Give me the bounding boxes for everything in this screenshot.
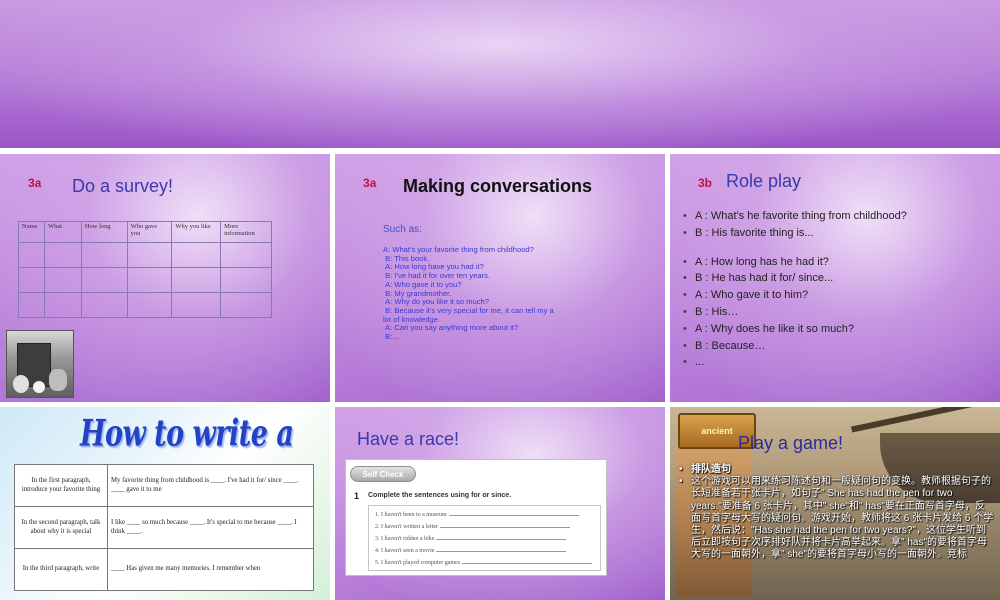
game-beam-image [851, 407, 999, 433]
top-banner [0, 0, 1000, 148]
slide-tag: 3b [698, 176, 713, 190]
self-check-instruction: 1 Complete the sentences using for or si… [354, 491, 512, 501]
self-check-card: Self Check 1 Complete the sentences usin… [345, 459, 607, 576]
list-item: ... [680, 354, 995, 371]
survey-table: Name What How long Who gave you Why you … [18, 221, 272, 318]
slide-title: Role play [726, 171, 802, 191]
slide-how-to-write[interactable]: How to write a passage In the first para… [0, 407, 330, 600]
survey-header-row: Name What How long Who gave you Why you … [18, 221, 272, 243]
slide-title: Play a game! [738, 433, 844, 453]
sentence-text: 1. I haven't been to a museum [375, 512, 447, 518]
photo-toy [13, 375, 29, 393]
dialog-line: B:... [383, 332, 399, 342]
table-cell [171, 267, 222, 293]
photo-toy [49, 369, 67, 391]
slide-do-a-survey[interactable]: 3a Do a survey! Name What How long Who g… [0, 154, 330, 402]
table-cell [80, 242, 128, 268]
answer-blank [462, 563, 593, 564]
table-cell [171, 292, 222, 318]
list-item: B : His favorite thing is... [680, 225, 995, 242]
slide-role-play[interactable]: 3b Role play A : What's he favorite thin… [670, 154, 1000, 402]
table-cell [43, 267, 82, 293]
table-cell [220, 292, 272, 318]
header-why-like: Why you like [171, 221, 222, 243]
list-item: 4. I haven't seen a movie [375, 546, 595, 558]
table-row: In the first paragraph, introduce your f… [14, 464, 314, 507]
header-more-info: More information [220, 221, 272, 243]
table-cell [18, 242, 45, 268]
slide-title: Have a race! [357, 429, 460, 449]
sentences-box: 1. I haven't been to a museum 2. I haven… [368, 505, 601, 571]
table-cell [18, 267, 45, 293]
such-as-label: Such as: [383, 224, 422, 235]
self-check-badge: Self Check [350, 466, 416, 482]
slide-title: Do a survey! [72, 176, 174, 196]
dialog-line: A: Can you say anything more about it? [383, 323, 519, 333]
answer-blank [436, 539, 567, 540]
table-cell [126, 292, 173, 318]
table-row [18, 242, 272, 268]
paragraph-instruction: In the first paragraph, introduce your f… [14, 464, 108, 507]
answer-blank [436, 551, 567, 552]
table-cell [43, 292, 82, 318]
slide-tag: 3a [28, 176, 42, 190]
table-row: In the second paragraph, talk about why … [14, 506, 314, 549]
list-item: 2. I haven't written a letter [375, 522, 595, 534]
slide-play-a-game[interactable]: ancient Play a game! 排队造句 这个游戏可以用来练习陈述句和… [670, 407, 1000, 600]
paragraph-template: ____ Has given me many memories. I remem… [107, 548, 314, 591]
table-cell [220, 267, 272, 293]
sentence-text: 4. I haven't seen a movie [375, 548, 435, 554]
list-item: B : Because… [680, 338, 995, 355]
table-cell [126, 267, 173, 293]
table-row [18, 267, 272, 293]
header-what: What [43, 221, 82, 243]
list-item: A : Who gave it to him? [680, 287, 995, 304]
sentence-text: 2. I haven't written a letter [375, 524, 439, 530]
sentence-text: 3. I haven't ridden a bike [375, 536, 435, 542]
table-cell [171, 242, 222, 268]
table-cell [80, 292, 128, 318]
table-cell [126, 242, 173, 268]
list-item: 排队造句 [676, 464, 994, 476]
paragraph-template: My favorite thing from childhood is ____… [107, 464, 314, 507]
toys-photo [6, 330, 74, 398]
photo-toy [33, 381, 45, 393]
table-cell [43, 242, 82, 268]
sentence-list: 1. I haven't been to a museum 2. I haven… [375, 510, 595, 570]
instruction-number: 1 [354, 491, 360, 501]
table-row: In the third paragraph, write ____ Has g… [14, 548, 314, 591]
list-item: 5. I haven't played computer games [375, 558, 595, 570]
paragraph-instruction: In the third paragraph, write [14, 548, 108, 591]
list-item: 3. I haven't ridden a bike [375, 534, 595, 546]
instruction-text: Complete the sentences using for or sinc… [368, 492, 512, 499]
answer-blank [440, 527, 571, 528]
list-item: A : Why does he like it so much? [680, 321, 995, 338]
slide-tag: 3a [363, 176, 377, 190]
list-item: 1. I haven't been to a museum [375, 510, 595, 522]
list-item: A : What's he favorite thing from childh… [680, 208, 995, 225]
slide-making-conversations[interactable]: 3a Making conversations Such as: A: What… [335, 154, 665, 402]
list-item: 这个游戏可以用来练习陈述句和一般疑问句的变换。教师根据句子的长短准备若干张卡片，… [676, 476, 994, 561]
list-item: B : He has had it for/ since... [680, 270, 995, 287]
slide-title: Making conversations [403, 176, 593, 196]
slide-have-a-race[interactable]: Have a race! Self Check 1 Complete the s… [335, 407, 665, 600]
game-rules-list: 排队造句 这个游戏可以用来练习陈述句和一般疑问句的变换。教师根据句子的长短准备若… [676, 464, 994, 562]
header-who-gave: Who gave you [126, 221, 173, 243]
list-item: B : His… [680, 304, 995, 321]
paragraph-instruction: In the second paragraph, talk about why … [14, 506, 108, 549]
header-name: Name [18, 221, 45, 243]
paragraph-template: I like ____ so much because ____. It's s… [107, 506, 314, 549]
sentence-text: 5. I haven't played computer games [375, 560, 461, 566]
dialog-line: B: Because it's very special for me, it … [383, 305, 556, 324]
list-item: A : How long has he had it? [680, 254, 995, 271]
table-cell [18, 292, 45, 318]
role-play-list: A : What's he favorite thing from childh… [680, 208, 995, 371]
passage-table: In the first paragraph, introduce your f… [14, 464, 314, 591]
header-how-long: How long [80, 221, 128, 243]
table-row [18, 292, 272, 318]
answer-blank [448, 515, 579, 516]
dialog-block: A: What's your favorite thing from child… [383, 245, 558, 342]
table-cell [80, 267, 128, 293]
table-cell [220, 242, 272, 268]
